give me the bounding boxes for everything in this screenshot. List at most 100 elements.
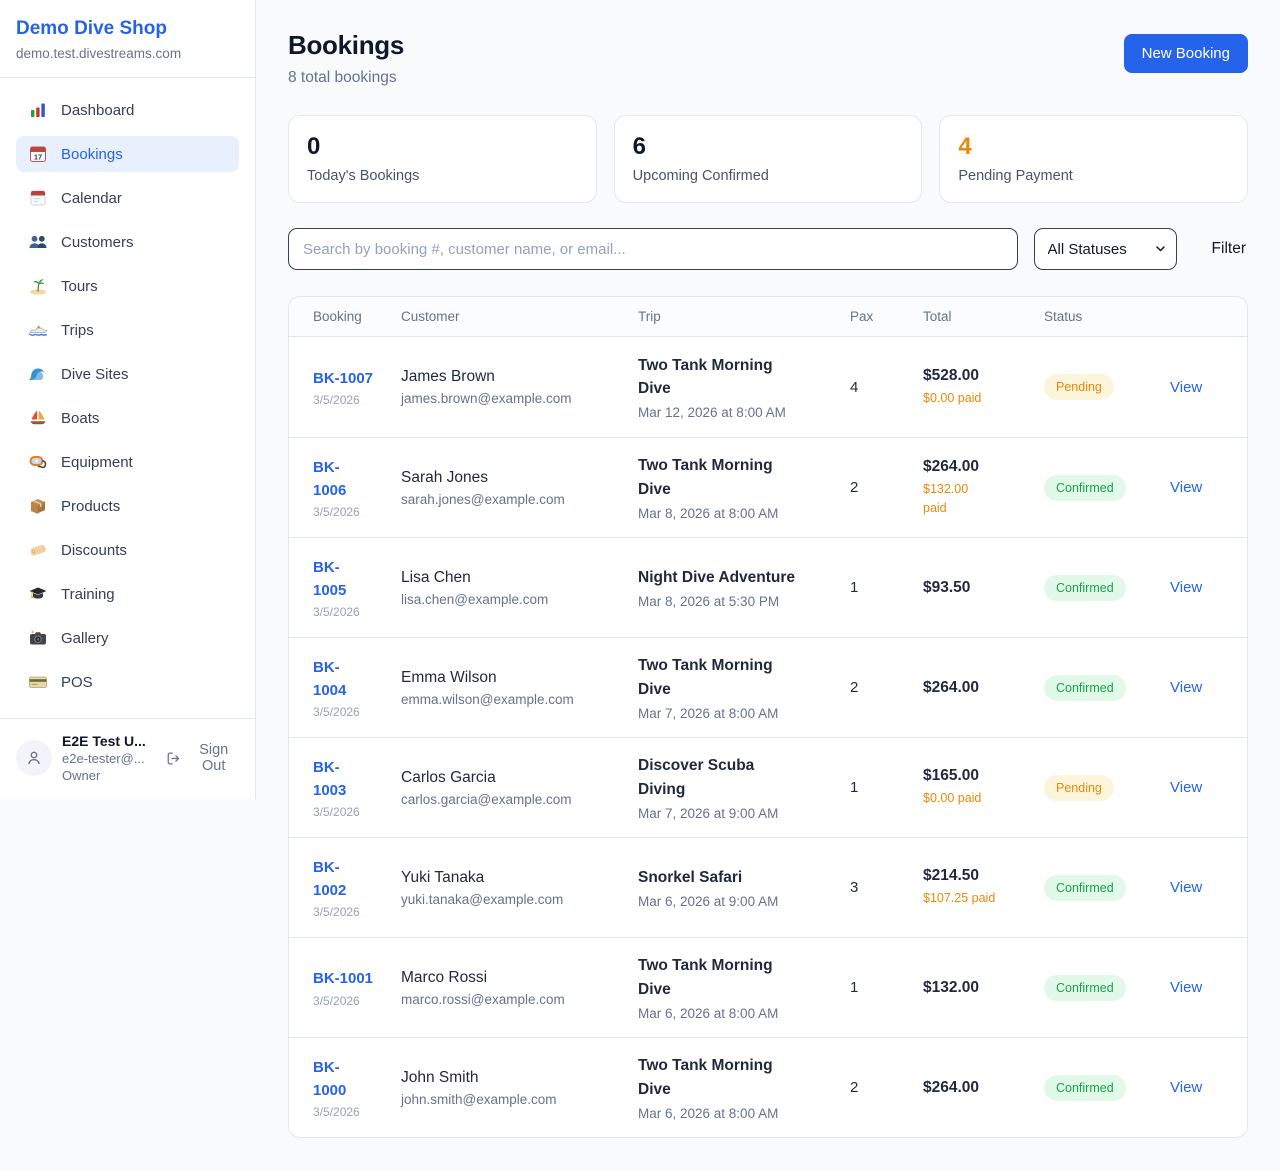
page-header: Bookings 8 total bookings New Booking [288,30,1248,87]
trip-datetime: Mar 8, 2026 at 8:00 AM [638,506,850,521]
table-row: BK- 10043/5/2026 Emma Wilsonemma.wilson@… [289,637,1247,737]
sidebar-item-training[interactable]: Training [16,576,239,612]
status-select[interactable]: All Statuses [1034,228,1177,270]
user-block: E2E Test U... e2e-tester@... Owner Sign … [0,718,255,799]
paid-amount: $107.25 paid [923,889,1044,908]
sidebar-item-calendar[interactable]: Calendar [16,180,239,216]
sidebar-item-tours[interactable]: Tours [16,268,239,304]
table-header-row: Booking Customer Trip Pax Total Status [289,297,1247,337]
status-badge: Pending [1044,374,1114,400]
customer-name: Marco Rossi [401,969,638,987]
sidebar-item-products[interactable]: Products [16,488,239,524]
paid-amount: $0.00 paid [923,389,1044,408]
total-amount: $528.00 [923,367,1044,385]
view-link[interactable]: View [1170,979,1202,996]
status-badge: Confirmed [1044,575,1126,601]
booking-id-link[interactable]: BK- 1002 [313,856,401,903]
trip-name: Discover Scuba Diving [638,754,850,801]
booking-id-link[interactable]: BK-1001 [313,967,401,990]
sidebar-item-trips[interactable]: Trips [16,312,239,348]
sidebar-item-label: Calendar [61,190,122,207]
wave-icon [28,364,48,384]
total-amount: $214.50 [923,867,1044,885]
booking-date: 3/5/2026 [313,705,401,719]
view-link[interactable]: View [1170,679,1202,696]
customer-email: sarah.jones@example.com [401,492,638,507]
booking-date: 3/5/2026 [313,1105,401,1119]
customer-name: James Brown [401,368,638,386]
booking-date: 3/5/2026 [313,994,401,1008]
paid-amount: $0.00 paid [923,789,1044,808]
column-header-trip: Trip [638,309,850,324]
booking-id-link[interactable]: BK-1007 [313,367,401,390]
sidebar-item-gallery[interactable]: Gallery [16,620,239,656]
pax-count: 2 [850,679,923,696]
sidebar-item-label: POS [61,674,93,691]
customer-email: john.smith@example.com [401,1092,638,1107]
customer-name: Sarah Jones [401,469,638,487]
booking-id-link[interactable]: BK- 1003 [313,756,401,803]
sidebar-item-boats[interactable]: Boats [16,400,239,436]
stat-value: 4 [958,133,1229,161]
sidebar-item-customers[interactable]: Customers [16,224,239,260]
total-amount: $264.00 [923,1079,1044,1097]
booking-id-link[interactable]: BK- 1005 [313,556,401,603]
user-name: E2E Test U... [62,733,156,749]
people-icon [28,232,48,252]
column-header-status: Status [1044,309,1170,324]
package-icon [28,496,48,516]
column-header-customer: Customer [401,309,638,324]
customer-name: Carlos Garcia [401,769,638,787]
booking-id-link[interactable]: BK- 1000 [313,1056,401,1103]
trip-name: Two Tank Morning Dive [638,954,850,1001]
bookings-table: Booking Customer Trip Pax Total Status B… [288,296,1248,1138]
view-link[interactable]: View [1170,379,1202,396]
avatar [16,740,52,776]
sidebar-item-pos[interactable]: POS [16,664,239,700]
stat-label: Upcoming Confirmed [633,168,904,184]
graduation-cap-icon [28,584,48,604]
sidebar-item-label: Bookings [61,146,123,163]
customer-email: lisa.chen@example.com [401,592,638,607]
sidebar-item-label: Gallery [61,630,109,647]
total-amount: $165.00 [923,767,1044,785]
view-link[interactable]: View [1170,1079,1202,1096]
trip-datetime: Mar 7, 2026 at 9:00 AM [638,806,850,821]
booking-id-link[interactable]: BK- 1006 [313,456,401,503]
person-icon [25,749,43,767]
view-link[interactable]: View [1170,579,1202,596]
stat-card-pending-payment: 4 Pending Payment [939,115,1248,203]
sidebar-item-label: Trips [61,322,94,339]
total-amount: $264.00 [923,679,1044,697]
tag-icon [28,540,48,560]
new-booking-button[interactable]: New Booking [1124,34,1248,73]
sidebar-item-dashboard[interactable]: Dashboard [16,92,239,128]
filter-button[interactable]: Filter [1210,236,1248,262]
column-header-pax: Pax [850,309,923,324]
view-link[interactable]: View [1170,779,1202,796]
stat-label: Pending Payment [958,168,1229,184]
search-input[interactable] [288,228,1018,270]
sidebar-item-equipment[interactable]: Equipment [16,444,239,480]
status-badge: Pending [1044,775,1114,801]
view-link[interactable]: View [1170,479,1202,496]
booking-id-link[interactable]: BK- 1004 [313,656,401,703]
sidebar-item-label: Tours [61,278,98,295]
user-email: e2e-tester@... [62,751,156,766]
sidebar-item-bookings[interactable]: 17 Bookings [16,136,239,172]
total-amount: $93.50 [923,579,1044,597]
booking-date: 3/5/2026 [313,605,401,619]
status-badge: Confirmed [1044,675,1126,701]
paid-amount: $132.00 paid [923,480,1044,518]
booking-date: 3/5/2026 [313,805,401,819]
booking-date: 3/5/2026 [313,905,401,919]
trip-name: Night Dive Adventure [638,566,850,589]
sidebar-item-dive-sites[interactable]: Dive Sites [16,356,239,392]
stat-card-upcoming-confirmed: 6 Upcoming Confirmed [614,115,923,203]
sign-out-button[interactable]: Sign Out [166,742,239,774]
trip-datetime: Mar 8, 2026 at 5:30 PM [638,594,850,609]
view-link[interactable]: View [1170,879,1202,896]
trip-datetime: Mar 6, 2026 at 8:00 AM [638,1106,850,1121]
pax-count: 2 [850,479,923,496]
sidebar-item-discounts[interactable]: Discounts [16,532,239,568]
